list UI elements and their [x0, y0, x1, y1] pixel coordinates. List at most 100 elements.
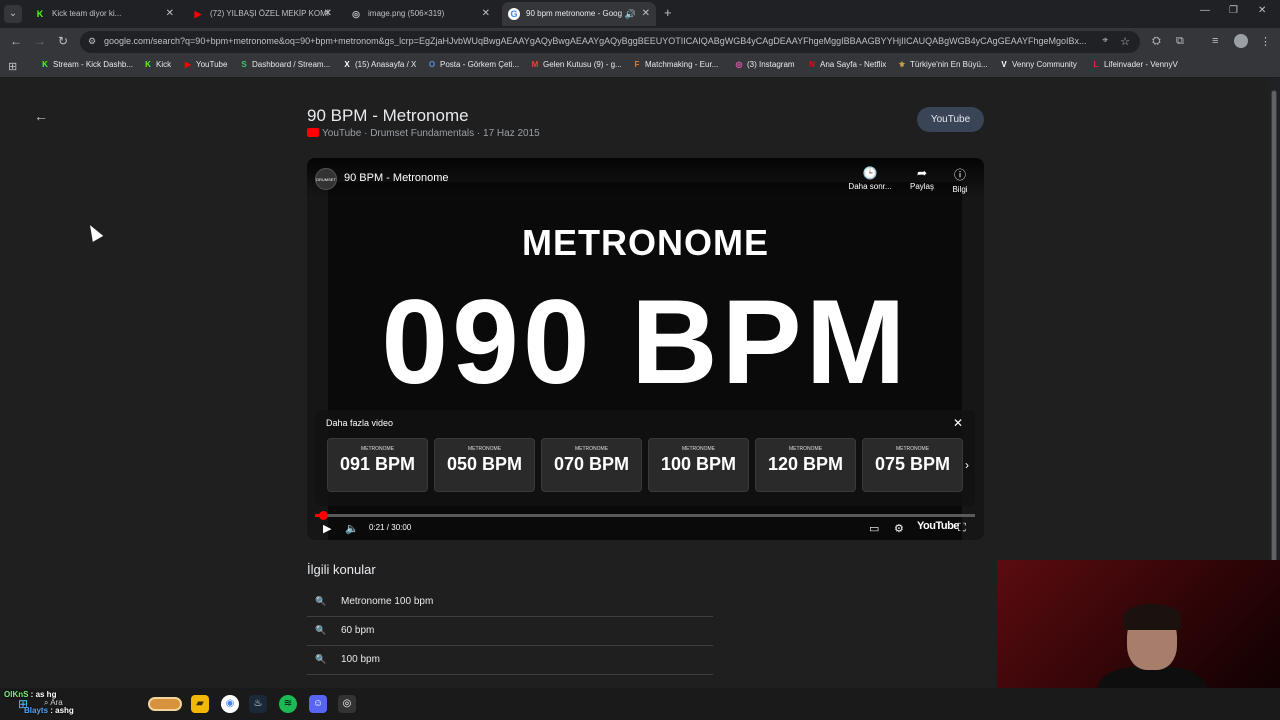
bookmark-item[interactable]: L Lifeinvader - VennyV	[1091, 60, 1178, 69]
lifeinvader-icon: L	[1093, 60, 1099, 69]
back-arrow-icon[interactable]: ←	[34, 108, 48, 124]
video-player[interactable]: DRUMSET 90 BPM - Metronome 🕒 Daha sonr...…	[307, 158, 984, 540]
tab-kick[interactable]: K Kick team diyor ki... ✕	[28, 2, 180, 26]
bookmark-item[interactable]: X (15) Anasayfa / X	[342, 60, 416, 69]
video-source[interactable]: YouTube	[322, 128, 361, 139]
window-close-icon[interactable]: ✕	[1258, 5, 1266, 16]
progress-knob[interactable]	[318, 511, 328, 520]
bookmark-item[interactable]: V Venny Community	[999, 60, 1077, 69]
close-icon[interactable]: ✕	[324, 2, 332, 26]
tab-google-search[interactable]: G 90 bpm metronome - Goog 🔊 ✕	[502, 2, 656, 26]
close-icon[interactable]: ✕	[482, 2, 490, 26]
extensions-puzzle-icon[interactable]: ⧉	[1176, 35, 1184, 48]
info-button[interactable]: ⓘ Bilgi	[935, 166, 984, 194]
bookmark-star-icon[interactable]: ☆	[1120, 35, 1130, 48]
bookmark-item[interactable]: F Matchmaking - Eur...	[632, 60, 719, 69]
extension-icon[interactable]: ⛭	[1152, 35, 1161, 48]
address-bar[interactable]: ⚙ google.com/search?q=90+bpm+metronome&o…	[80, 31, 1140, 53]
bookmark-item[interactable]: N Ana Sayfa - Netflix	[807, 60, 886, 69]
watch-later-label: Daha sonr...	[848, 182, 892, 191]
bookmark-label: Lifeinvader - VennyV	[1104, 60, 1178, 69]
close-icon[interactable]: ✕	[953, 416, 963, 430]
new-tab-icon[interactable]: +	[664, 5, 672, 20]
file-explorer-icon[interactable]: ▰	[191, 695, 209, 713]
thumb-caption: METRONOME	[574, 446, 609, 452]
player-title[interactable]: 90 BPM - Metronome	[344, 172, 449, 184]
profile-avatar[interactable]	[1234, 34, 1248, 48]
youtube-wordmark[interactable]: YouTube	[917, 520, 959, 532]
bookmark-item[interactable]: ◎ (3) Instagram	[734, 60, 795, 69]
related-item[interactable]: 🔍 60 bpm	[307, 617, 713, 646]
suggested-video[interactable]: METRONOME 091 BPM	[327, 438, 428, 492]
bookmark-label: Matchmaking - Eur...	[645, 60, 719, 69]
chat-username: Blayts	[24, 706, 49, 715]
chrome-icon[interactable]: ◉	[221, 695, 239, 713]
tab-search-icon[interactable]: ⌄	[4, 5, 22, 23]
windows-taskbar: ⊞ ⌕ Ara ▰ ◉ ♨ ≋ ☺ ◎	[0, 688, 1280, 720]
chevron-right-icon[interactable]: ›	[965, 458, 969, 472]
info-icon: ⓘ	[953, 168, 966, 182]
bookmark-item[interactable]: O Posta - Görkem Çeti...	[427, 60, 519, 69]
close-icon[interactable]: ✕	[642, 2, 650, 26]
related-item[interactable]: 🔍 Metronome 100 bpm	[307, 588, 713, 617]
suggested-video[interactable]: METRONOME 075 BPM	[862, 438, 963, 492]
audio-playing-icon[interactable]: 🔊	[625, 2, 636, 26]
video-meta: YouTube · Drumset Fundamentals · 17 Haz …	[307, 128, 540, 139]
bookmark-item[interactable]: S Dashboard / Stream...	[239, 60, 330, 69]
reading-list-icon[interactable]: ≡	[1212, 35, 1218, 47]
restore-icon[interactable]: ❐	[1229, 5, 1238, 16]
tab-title: image.png (506×319)	[368, 9, 445, 18]
bookmark-item[interactable]: K Kick	[143, 60, 171, 69]
subtitles-icon[interactable]: ▭	[869, 522, 879, 535]
location-icon[interactable]: ⌖	[1102, 35, 1108, 46]
close-icon[interactable]: ✕	[166, 2, 174, 26]
obs-icon[interactable]: ◎	[338, 695, 356, 713]
video-title[interactable]: 90 BPM - Metronome	[307, 106, 469, 126]
steam-icon[interactable]: ♨	[249, 695, 267, 713]
bookmark-label: Posta - Görkem Çeti...	[440, 60, 520, 69]
suggested-video[interactable]: METRONOME 070 BPM	[541, 438, 642, 492]
video-bpm-text: 090 BPM	[381, 275, 910, 409]
bookmark-item[interactable]: ⚜ Türkiye'nin En Büyü...	[897, 60, 987, 69]
time-display: 0:21 / 30:00	[369, 523, 412, 532]
chat-text: : ashg	[48, 706, 74, 715]
spotify-icon[interactable]: ≋	[279, 695, 297, 713]
thumb-bpm: 091 BPM	[339, 454, 416, 474]
widget-hotdog-icon[interactable]	[148, 697, 182, 711]
tab-youtube[interactable]: ▶ (72) YILBAŞI ÖZEL MEKİP KOMİ ✕	[186, 2, 338, 26]
player-header: DRUMSET 90 BPM - Metronome 🕒 Daha sonr...…	[307, 158, 984, 198]
bookmark-item[interactable]: K Stream - Kick Dashb...	[40, 60, 133, 69]
x-icon: X	[344, 60, 350, 69]
reload-icon[interactable]: ↻	[58, 34, 68, 48]
fullscreen-icon[interactable]: ⛶	[958, 522, 966, 535]
bookmark-item[interactable]: M Gelen Kutusu (9) - g...	[530, 60, 622, 69]
youtube-favicon-icon: ▶	[194, 9, 202, 19]
site-info-icon[interactable]: ⚙	[88, 36, 96, 47]
progress-bar[interactable]	[315, 511, 975, 520]
menu-kebab-icon[interactable]: ⋮	[1260, 35, 1271, 48]
watch-later-button[interactable]: 🕒 Daha sonr...	[845, 166, 895, 191]
minimize-icon[interactable]: —	[1200, 5, 1210, 16]
apps-grid-icon[interactable]: ⊞	[8, 60, 17, 73]
tab-image[interactable]: ◎ image.png (506×319) ✕	[344, 2, 496, 26]
volume-icon[interactable]: 🔈	[345, 522, 359, 535]
suggested-video[interactable]: METRONOME 100 BPM	[648, 438, 749, 492]
bookmark-label: Stream - Kick Dashb...	[53, 60, 134, 69]
back-icon[interactable]: ←	[10, 34, 22, 48]
bookmark-item[interactable]: ▶ YouTube	[183, 60, 228, 69]
tab-title: 90 bpm metronome - Goog	[526, 9, 623, 18]
forward-icon[interactable]: →	[34, 34, 46, 48]
channel-avatar[interactable]: DRUMSET	[315, 168, 337, 190]
video-channel-date: Drumset Fundamentals · 17 Haz 2015	[370, 128, 540, 139]
play-icon[interactable]: ▶	[323, 522, 331, 535]
related-item[interactable]: 🔍 100 bpm	[307, 646, 713, 675]
tab-strip: ⌄ K Kick team diyor ki... ✕ ▶ (72) YILBA…	[0, 0, 1280, 28]
suggested-video[interactable]: METRONOME 120 BPM	[755, 438, 856, 492]
settings-gear-icon[interactable]: ⚙	[894, 522, 904, 535]
open-youtube-button[interactable]: YouTube	[917, 107, 984, 132]
bookmark-label: Ana Sayfa - Netflix	[820, 60, 887, 69]
suggested-video[interactable]: METRONOME 050 BPM	[434, 438, 535, 492]
faceit-icon: F	[634, 60, 640, 69]
discord-icon[interactable]: ☺	[309, 695, 327, 713]
related-item-label: 100 bpm	[341, 654, 380, 665]
